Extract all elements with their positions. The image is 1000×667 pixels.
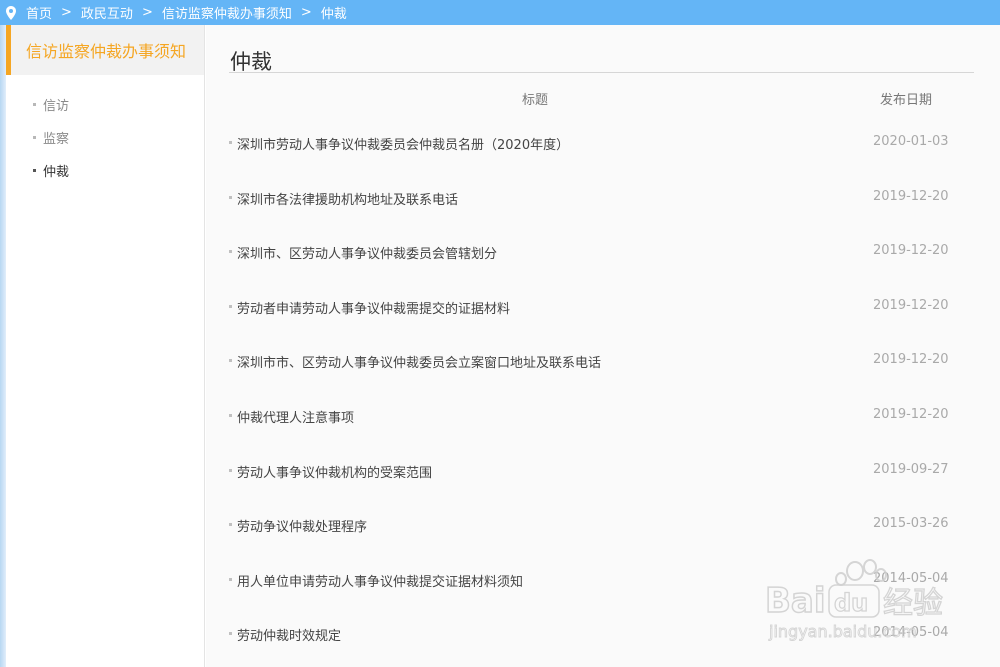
bullet-icon <box>33 103 36 106</box>
list-item[interactable]: 劳动人事争议仲裁机构的受案范围 2019-09-27 <box>206 443 1000 498</box>
main-content: 仲裁 标题 发布日期 深圳市劳动人事争议仲裁委员会仲裁员名册（2020年度） 2… <box>206 25 1000 667</box>
breadcrumb-separator: > <box>61 5 72 20</box>
article-date: 2019-12-20 <box>873 243 949 259</box>
breadcrumb-separator: > <box>141 5 153 20</box>
breadcrumb-guide[interactable]: 信访监察仲裁办事须知 <box>162 3 292 22</box>
sidebar-item-label: 信访 <box>43 99 70 114</box>
article-title-link[interactable]: 深圳市、区劳动人事争议仲裁委员会管辖划分 <box>237 243 497 262</box>
location-pin-icon <box>6 5 16 20</box>
article-date: 2014-05-04 <box>873 570 949 586</box>
list-item[interactable]: 深圳市劳动人事争议仲裁委员会仲裁员名册（2020年度） 2020-01-03 <box>206 115 1000 170</box>
article-title-link[interactable]: 用人单位申请劳动人事争议仲裁提交证据材料须知 <box>237 571 523 590</box>
bullet-icon <box>229 304 232 308</box>
sidebar: 信访监察仲裁办事须知 信访 监察 仲裁 <box>6 25 205 667</box>
article-title-link[interactable]: 深圳市市、区劳动人事争议仲裁委员会立案窗口地址及联系电话 <box>237 352 601 371</box>
bullet-icon <box>229 577 232 581</box>
breadcrumb-current: 仲裁 <box>320 7 347 22</box>
bullet-icon <box>229 413 232 417</box>
article-date: 2015-03-26 <box>873 516 949 532</box>
article-date: 2019-12-20 <box>873 188 949 204</box>
list-item[interactable]: 劳动者申请劳动人事争议仲裁需提交的证据材料 2019-12-20 <box>206 279 1000 334</box>
article-list: 深圳市劳动人事争议仲裁委员会仲裁员名册（2020年度） 2020-01-03 深… <box>206 115 1000 661</box>
sidebar-menu: 信访 监察 仲裁 <box>6 88 204 187</box>
bullet-icon <box>229 523 232 527</box>
bullet-icon <box>229 195 232 199</box>
breadcrumb: 首页 > 政民互动 > 信访监察仲裁办事须知 > 仲裁 <box>0 0 1000 25</box>
bullet-icon <box>229 632 232 636</box>
list-item[interactable]: 深圳市市、区劳动人事争议仲裁委员会立案窗口地址及联系电话 2019-12-20 <box>206 333 1000 388</box>
article-title-link[interactable]: 仲裁代理人注意事项 <box>237 407 354 426</box>
article-title-link[interactable]: 劳动仲裁时效规定 <box>237 625 341 644</box>
breadcrumb-home[interactable]: 首页 <box>26 3 52 22</box>
bullet-icon <box>33 169 36 172</box>
breadcrumb-interaction[interactable]: 政民互动 <box>81 3 133 22</box>
column-header-title: 标题 <box>522 93 549 108</box>
list-item[interactable]: 劳动仲裁时效规定 2014-05-04 <box>206 606 1000 661</box>
article-date: 2019-12-20 <box>873 352 949 368</box>
article-title-link[interactable]: 深圳市劳动人事争议仲裁委员会仲裁员名册（2020年度） <box>237 134 569 153</box>
article-date: 2019-12-20 <box>873 297 949 313</box>
bullet-icon <box>229 359 232 363</box>
sidebar-item-label: 监察 <box>43 132 70 147</box>
title-divider <box>229 72 974 73</box>
breadcrumb-separator: > <box>300 5 312 20</box>
bullet-icon <box>229 141 232 144</box>
bullet-icon <box>229 468 232 472</box>
list-item[interactable]: 深圳市各法律援助机构地址及联系电话 2019-12-20 <box>206 170 1000 225</box>
sidebar-item-arbitration[interactable]: 仲裁 <box>6 154 204 187</box>
article-title-link[interactable]: 劳动争议仲裁处理程序 <box>237 516 367 535</box>
sidebar-item-label: 仲裁 <box>43 165 70 180</box>
article-title-link[interactable]: 劳动人事争议仲裁机构的受案范围 <box>237 462 432 481</box>
article-title-link[interactable]: 深圳市各法律援助机构地址及联系电话 <box>237 189 458 208</box>
article-date: 2019-09-27 <box>873 461 949 477</box>
article-date: 2019-12-20 <box>873 406 949 422</box>
sidebar-title: 信访监察仲裁办事须知 <box>6 25 204 75</box>
bullet-icon <box>33 136 36 139</box>
article-date: 2020-01-03 <box>873 134 949 149</box>
article-date: 2014-05-04 <box>873 625 949 641</box>
sidebar-item-supervision[interactable]: 监察 <box>6 121 204 154</box>
article-title-link[interactable]: 劳动者申请劳动人事争议仲裁需提交的证据材料 <box>237 298 510 317</box>
list-item[interactable]: 用人单位申请劳动人事争议仲裁提交证据材料须知 2014-05-04 <box>206 552 1000 607</box>
list-item[interactable]: 劳动争议仲裁处理程序 2015-03-26 <box>206 497 1000 552</box>
column-header-date: 发布日期 <box>880 93 933 108</box>
sidebar-item-petition[interactable]: 信访 <box>6 88 204 121</box>
bullet-icon <box>229 250 232 254</box>
list-item[interactable]: 深圳市、区劳动人事争议仲裁委员会管辖划分 2019-12-20 <box>206 224 1000 279</box>
list-item[interactable]: 仲裁代理人注意事项 2019-12-20 <box>206 388 1000 443</box>
